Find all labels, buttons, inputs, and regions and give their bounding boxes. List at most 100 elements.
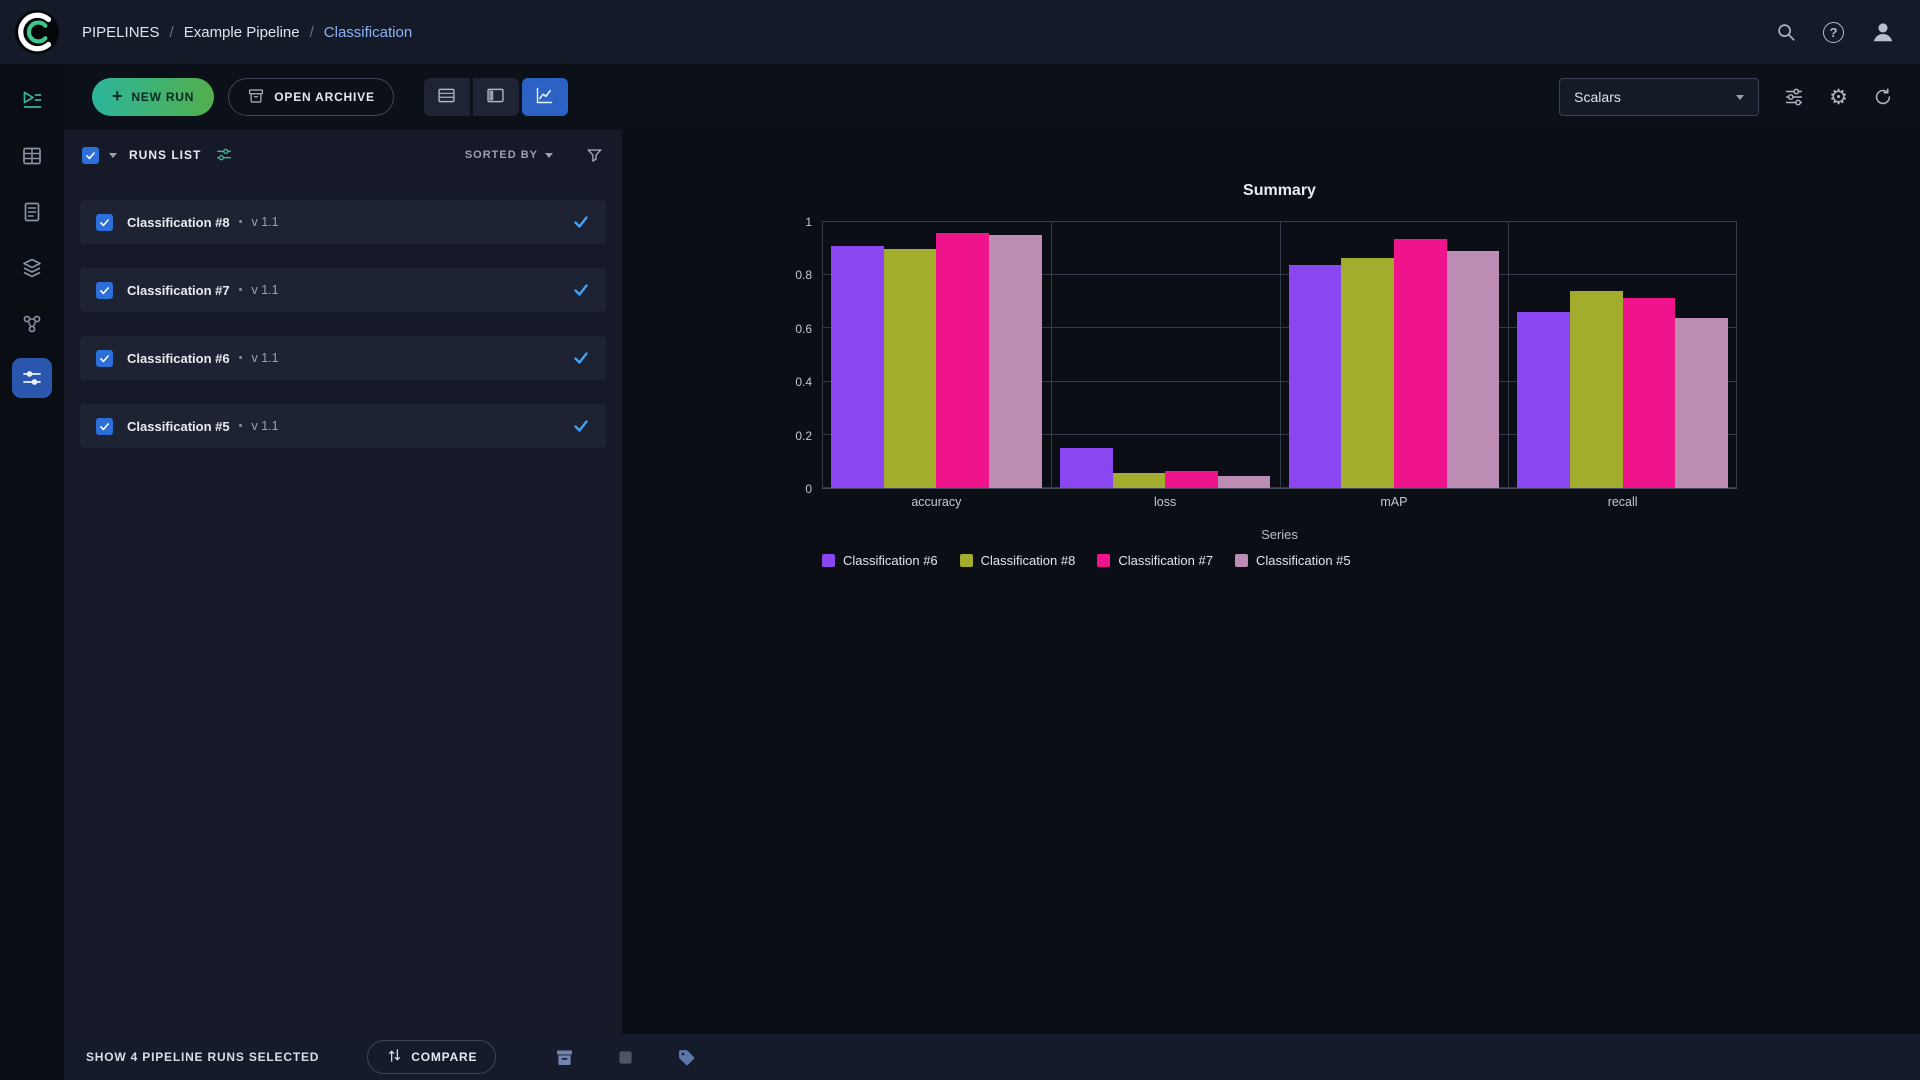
sorted-by-caret-icon <box>545 152 553 158</box>
help-icon[interactable]: ? <box>1823 21 1844 43</box>
bar-group <box>822 222 1051 488</box>
bar[interactable] <box>1446 251 1500 488</box>
selected-check-icon <box>572 281 590 299</box>
y-tick-label: 0.2 <box>795 428 812 443</box>
tune-icon[interactable] <box>1783 86 1805 108</box>
search-icon[interactable] <box>1775 21 1797 43</box>
summary-chart: Summary 0 0.2 0.4 0.6 0.8 1 accuracy loss mAP re… <box>772 182 1737 568</box>
bar[interactable] <box>1570 291 1623 488</box>
run-version: v 1.1 <box>251 283 279 297</box>
chart-title: Summary <box>1243 182 1316 199</box>
breadcrumb-item[interactable]: Example Pipeline <box>184 24 300 41</box>
bar[interactable] <box>1217 476 1271 488</box>
bar[interactable] <box>1622 297 1676 488</box>
breadcrumb-separator: / <box>169 23 174 41</box>
chart-xlabels: accuracy loss mAP recall <box>822 495 1737 509</box>
bar[interactable] <box>1112 473 1166 488</box>
sidebar-item-reports[interactable] <box>10 190 54 234</box>
legend-item[interactable]: Classification #5 <box>1234 553 1351 568</box>
run-name: Classification #6 <box>127 350 230 366</box>
open-archive-label: OPEN ARCHIVE <box>274 90 375 104</box>
selected-count-text[interactable]: SHOW 4 PIPELINE RUNS SELECTED <box>86 1050 319 1064</box>
legend-item[interactable]: Classification #8 <box>959 553 1076 568</box>
sorted-by-button[interactable]: SORTED BY <box>465 149 553 161</box>
bullet-separator: • <box>238 216 243 228</box>
top-header: PIPELINES / Example Pipeline / Classificatio… <box>0 0 1920 64</box>
sidebar-item-datasets[interactable] <box>10 134 54 178</box>
bar[interactable] <box>1059 448 1113 488</box>
bar[interactable] <box>1165 470 1218 488</box>
run-row[interactable]: Classification #8 • v 1.1 <box>80 200 606 244</box>
new-run-button[interactable]: + NEW RUN <box>92 78 215 116</box>
runs-panel-header: RUNS LIST SORTED BY <box>64 130 622 180</box>
new-run-label: NEW RUN <box>131 90 195 104</box>
refresh-icon[interactable] <box>1872 86 1894 108</box>
select-all-caret-icon[interactable] <box>109 152 117 158</box>
bar[interactable] <box>1341 257 1394 488</box>
bar[interactable] <box>1675 317 1728 488</box>
x-tick-label: accuracy <box>911 495 962 509</box>
chart-yticks: 0 0.2 0.4 0.6 0.8 1 <box>772 215 822 496</box>
bar[interactable] <box>1517 312 1571 488</box>
reports-icon <box>20 200 44 224</box>
y-tick-label: 0.6 <box>795 321 812 336</box>
settings-gear-icon[interactable]: ⚙ <box>1829 87 1848 108</box>
select-all-checkbox[interactable] <box>82 146 99 164</box>
archive-action-icon[interactable] <box>554 1047 575 1068</box>
bar[interactable] <box>936 232 990 488</box>
archive-icon <box>247 87 265 108</box>
bar[interactable] <box>989 235 1042 488</box>
legend-label: Classification #7 <box>1118 553 1213 568</box>
run-name: Classification #8 <box>127 214 230 230</box>
clearml-logo[interactable] <box>14 9 60 55</box>
legend-label: Classification #8 <box>980 553 1076 568</box>
abort-action-icon[interactable] <box>615 1047 636 1068</box>
sidebar-item-workers[interactable] <box>10 302 54 346</box>
split-view-icon <box>485 85 506 109</box>
bar[interactable] <box>883 248 937 488</box>
y-tick-label: 0.8 <box>795 268 812 283</box>
selected-check-icon <box>572 349 590 367</box>
breadcrumb-item[interactable]: PIPELINES <box>82 24 160 41</box>
open-archive-button[interactable]: OPEN ARCHIVE <box>228 78 394 116</box>
customize-columns-icon[interactable] <box>215 146 233 164</box>
bar[interactable] <box>831 245 884 488</box>
bullet-separator: • <box>238 284 243 296</box>
metric-dropdown[interactable]: Scalars <box>1559 78 1760 116</box>
split-view-button[interactable] <box>472 78 519 116</box>
x-tick-label: recall <box>1607 495 1638 509</box>
run-version: v 1.1 <box>251 419 279 433</box>
bar-cluster <box>831 222 1042 488</box>
compare-button[interactable]: COMPARE <box>367 1040 497 1074</box>
chevron-down-icon <box>1736 94 1745 100</box>
legend-item[interactable]: Classification #6 <box>822 553 938 568</box>
bar[interactable] <box>1393 239 1447 488</box>
sidebar-item-models[interactable] <box>10 246 54 290</box>
user-avatar-icon[interactable] <box>1870 19 1896 45</box>
tags-action-icon[interactable] <box>676 1047 697 1068</box>
filter-funnel-icon[interactable] <box>585 146 604 165</box>
run-row[interactable]: Classification #5 • v 1.1 <box>80 404 606 448</box>
run-checkbox[interactable] <box>96 213 113 231</box>
scalars-view-button[interactable] <box>521 78 568 116</box>
bar-group <box>1280 222 1509 488</box>
run-name: Classification #5 <box>127 418 230 434</box>
breadcrumb-item[interactable]: Classification <box>324 24 412 41</box>
bullet-separator: • <box>238 420 243 432</box>
run-row[interactable]: Classification #6 • v 1.1 <box>80 336 606 380</box>
run-checkbox[interactable] <box>96 281 113 299</box>
run-checkbox[interactable] <box>96 417 113 435</box>
plus-icon: + <box>112 86 124 106</box>
table-view-button[interactable] <box>423 78 470 116</box>
pipelines-icon <box>20 366 44 390</box>
run-checkbox[interactable] <box>96 349 113 367</box>
projects-icon <box>20 88 44 112</box>
table-view-icon <box>436 85 457 109</box>
bar[interactable] <box>1288 264 1342 488</box>
footer-actions <box>554 1047 697 1068</box>
legend-swatch <box>822 554 835 567</box>
sidebar-item-projects[interactable] <box>10 78 54 122</box>
run-row[interactable]: Classification #7 • v 1.1 <box>80 268 606 312</box>
sidebar-item-pipelines[interactable] <box>12 358 52 398</box>
legend-item[interactable]: Classification #7 <box>1097 553 1213 568</box>
